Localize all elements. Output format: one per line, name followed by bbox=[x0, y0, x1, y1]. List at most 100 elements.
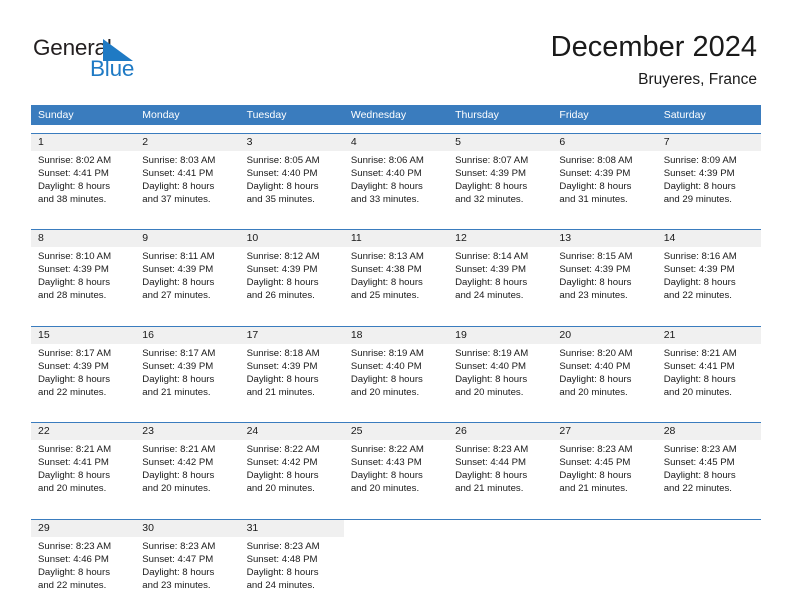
day-number[interactable]: 31 bbox=[240, 520, 344, 537]
day-cell[interactable]: Sunrise: 8:23 AM Sunset: 4:44 PM Dayligh… bbox=[448, 440, 552, 511]
sunrise-text: Sunrise: 8:19 AM bbox=[455, 347, 529, 359]
daylight-text-line2: and 33 minutes. bbox=[350, 193, 420, 205]
day-cell[interactable]: Sunrise: 8:23 AM Sunset: 4:47 PM Dayligh… bbox=[135, 537, 239, 608]
daylight-text-line2: and 21 minutes. bbox=[559, 483, 628, 495]
sunrise-text: Sunrise: 8:08 AM bbox=[559, 154, 633, 166]
daylight-text-line1: Daylight: 8 hours bbox=[559, 470, 632, 482]
day-cell[interactable]: Sunrise: 8:21 AM Sunset: 4:42 PM Dayligh… bbox=[135, 440, 239, 511]
day-number[interactable]: 22 bbox=[31, 423, 135, 440]
day-cell[interactable]: Sunrise: 8:16 AM Sunset: 4:39 PM Dayligh… bbox=[657, 247, 761, 318]
brand-logo[interactable]: General Blue bbox=[33, 36, 213, 90]
day-number[interactable]: 21 bbox=[657, 327, 761, 344]
day-cell[interactable]: Sunrise: 8:10 AM Sunset: 4:39 PM Dayligh… bbox=[31, 247, 135, 318]
day-number[interactable]: 28 bbox=[657, 423, 761, 440]
daylight-text-line2: and 28 minutes. bbox=[38, 290, 107, 302]
sunrise-text: Sunrise: 8:10 AM bbox=[38, 251, 112, 262]
day-cell[interactable]: Sunrise: 8:13 AM Sunset: 4:38 PM Dayligh… bbox=[344, 247, 448, 318]
day-cell[interactable]: Sunrise: 8:18 AM Sunset: 4:39 PM Dayligh… bbox=[240, 344, 344, 415]
daylight-text-line1: Daylight: 8 hours bbox=[246, 180, 319, 192]
day-number[interactable]: 16 bbox=[135, 327, 239, 344]
day-cell[interactable]: Sunrise: 8:12 AM Sunset: 4:39 PM Dayligh… bbox=[240, 247, 344, 318]
day-number[interactable]: 23 bbox=[135, 423, 239, 440]
day-cell[interactable]: Sunrise: 8:22 AM Sunset: 4:43 PM Dayligh… bbox=[344, 440, 448, 511]
sunset-text: Sunset: 4:39 PM bbox=[38, 264, 109, 276]
daylight-text-line1: Daylight: 8 hours bbox=[663, 470, 736, 482]
day-number[interactable]: 26 bbox=[448, 423, 552, 440]
day-number[interactable]: 15 bbox=[31, 327, 135, 344]
daylight-text-line1: Daylight: 8 hours bbox=[663, 277, 736, 289]
day-number[interactable]: 17 bbox=[240, 327, 344, 344]
day-cell[interactable]: Sunrise: 8:17 AM Sunset: 4:39 PM Dayligh… bbox=[135, 344, 239, 415]
sunset-text: Sunset: 4:45 PM bbox=[663, 457, 735, 469]
day-cell[interactable]: Sunrise: 8:21 AM Sunset: 4:41 PM Dayligh… bbox=[31, 440, 135, 511]
daylight-text-line2: and 20 minutes. bbox=[142, 483, 211, 495]
day-cell[interactable]: Sunrise: 8:15 AM Sunset: 4:39 PM Dayligh… bbox=[552, 247, 656, 318]
weekday-header-friday: Friday bbox=[559, 109, 589, 121]
week-daynumber-strip: 15 16 17 18 19 20 21 bbox=[31, 326, 761, 344]
day-cell[interactable]: Sunrise: 8:11 AM Sunset: 4:39 PM Dayligh… bbox=[135, 247, 239, 318]
day-number[interactable]: 5 bbox=[448, 134, 552, 151]
day-number[interactable]: 13 bbox=[552, 230, 656, 247]
day-number[interactable]: 29 bbox=[31, 520, 135, 537]
day-number[interactable]: 7 bbox=[657, 134, 761, 151]
sunset-text: Sunset: 4:42 PM bbox=[246, 457, 318, 469]
weekday-header-monday: Monday bbox=[142, 109, 180, 121]
daylight-text-line2: and 22 minutes. bbox=[38, 386, 107, 398]
title-block: December 2024 Bruyeres, France bbox=[551, 30, 757, 89]
day-number[interactable]: 1 bbox=[31, 134, 135, 151]
daylight-text-line1: Daylight: 8 hours bbox=[559, 180, 632, 192]
week-daynumber-strip: 29 30 31 bbox=[31, 519, 761, 537]
weekday-header-tuesday: Tuesday bbox=[246, 109, 287, 121]
daylight-text-line1: Daylight: 8 hours bbox=[559, 373, 632, 385]
day-number[interactable]: 27 bbox=[552, 423, 656, 440]
day-cell-empty bbox=[448, 537, 552, 608]
day-number[interactable]: 11 bbox=[344, 230, 448, 247]
day-cell[interactable]: Sunrise: 8:20 AM Sunset: 4:40 PM Dayligh… bbox=[552, 344, 656, 415]
day-number[interactable]: 6 bbox=[552, 134, 656, 151]
day-cell[interactable]: Sunrise: 8:06 AM Sunset: 4:40 PM Dayligh… bbox=[344, 151, 448, 222]
day-number[interactable]: 18 bbox=[344, 327, 448, 344]
sunrise-text: Sunrise: 8:13 AM bbox=[350, 251, 424, 262]
day-cell[interactable]: Sunrise: 8:09 AM Sunset: 4:39 PM Dayligh… bbox=[657, 151, 761, 222]
sunset-text: Sunset: 4:47 PM bbox=[142, 553, 214, 565]
day-cell[interactable]: Sunrise: 8:07 AM Sunset: 4:39 PM Dayligh… bbox=[448, 151, 552, 222]
day-number[interactable]: 12 bbox=[448, 230, 552, 247]
sunset-text: Sunset: 4:39 PM bbox=[38, 360, 109, 372]
day-cell[interactable]: Sunrise: 8:19 AM Sunset: 4:40 PM Dayligh… bbox=[344, 344, 448, 415]
day-cell[interactable]: Sunrise: 8:08 AM Sunset: 4:39 PM Dayligh… bbox=[552, 151, 656, 222]
week-row: 15 16 17 18 19 20 21 Sunrise: 8:17 AM Su… bbox=[31, 325, 761, 415]
day-number[interactable]: 14 bbox=[657, 230, 761, 247]
day-cell[interactable]: Sunrise: 8:21 AM Sunset: 4:41 PM Dayligh… bbox=[657, 344, 761, 415]
day-number[interactable]: 8 bbox=[31, 230, 135, 247]
day-cell[interactable]: Sunrise: 8:03 AM Sunset: 4:41 PM Dayligh… bbox=[135, 151, 239, 222]
day-cell[interactable]: Sunrise: 8:23 AM Sunset: 4:45 PM Dayligh… bbox=[552, 440, 656, 511]
day-cell[interactable]: Sunrise: 8:05 AM Sunset: 4:40 PM Dayligh… bbox=[240, 151, 344, 222]
day-number[interactable]: 9 bbox=[135, 230, 239, 247]
day-number[interactable]: 10 bbox=[240, 230, 344, 247]
day-number[interactable]: 20 bbox=[552, 327, 656, 344]
day-cell[interactable]: Sunrise: 8:19 AM Sunset: 4:40 PM Dayligh… bbox=[448, 344, 552, 415]
day-cell[interactable]: Sunrise: 8:23 AM Sunset: 4:45 PM Dayligh… bbox=[657, 440, 761, 511]
day-number[interactable]: 25 bbox=[344, 423, 448, 440]
daylight-text-line1: Daylight: 8 hours bbox=[455, 373, 528, 385]
day-cell[interactable]: Sunrise: 8:02 AM Sunset: 4:41 PM Dayligh… bbox=[31, 151, 135, 222]
weekday-header-row: Sunday Monday Tuesday Wednesday Thursday… bbox=[31, 105, 761, 125]
day-number[interactable]: 4 bbox=[344, 134, 448, 151]
day-number[interactable]: 24 bbox=[240, 423, 344, 440]
day-cell[interactable]: Sunrise: 8:23 AM Sunset: 4:48 PM Dayligh… bbox=[240, 537, 344, 608]
sunset-text: Sunset: 4:39 PM bbox=[142, 264, 214, 276]
day-cell-empty bbox=[657, 537, 761, 608]
day-number[interactable]: 19 bbox=[448, 327, 552, 344]
day-cell[interactable]: Sunrise: 8:17 AM Sunset: 4:39 PM Dayligh… bbox=[31, 344, 135, 415]
week-daynumber-strip: 1 2 3 4 5 6 7 bbox=[31, 133, 761, 151]
day-number-empty bbox=[343, 519, 449, 537]
day-number[interactable]: 2 bbox=[135, 134, 239, 151]
day-cell[interactable]: Sunrise: 8:23 AM Sunset: 4:46 PM Dayligh… bbox=[31, 537, 135, 608]
daylight-text-line1: Daylight: 8 hours bbox=[455, 277, 528, 289]
day-cell[interactable]: Sunrise: 8:22 AM Sunset: 4:42 PM Dayligh… bbox=[240, 440, 344, 511]
day-number[interactable]: 3 bbox=[240, 134, 344, 151]
day-cell[interactable]: Sunrise: 8:14 AM Sunset: 4:39 PM Dayligh… bbox=[448, 247, 552, 318]
day-number[interactable]: 30 bbox=[135, 520, 239, 537]
week-row: 22 23 24 25 26 27 28 Sunrise: 8:21 AM Su… bbox=[31, 422, 761, 511]
daylight-text-line2: and 38 minutes. bbox=[38, 193, 107, 205]
